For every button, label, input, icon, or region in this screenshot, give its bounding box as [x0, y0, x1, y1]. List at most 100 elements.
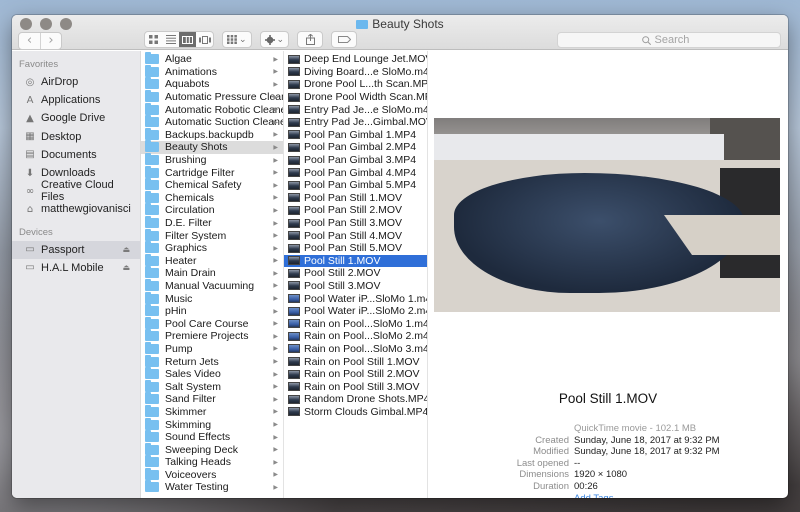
file-row[interactable]: Pool Pan Gimbal 4.MP4 — [284, 166, 427, 179]
folder-name: Sound Effects — [165, 431, 231, 444]
folder-name: Filter System — [165, 229, 227, 242]
folder-row[interactable]: Sand Filter ▶ — [141, 392, 283, 406]
folder-name: Sweeping Deck — [165, 443, 238, 456]
folder-row[interactable]: Return Jets ▶ — [141, 354, 283, 368]
folder-row[interactable]: Premiere Projects ▶ — [141, 329, 283, 343]
folder-row[interactable]: pHin ▶ — [141, 304, 283, 318]
sidebar-item-applications[interactable]: A Applications — [12, 91, 140, 109]
info-value: Sunday, June 18, 2017 at 9:32 PM — [574, 434, 720, 446]
file-row[interactable]: Rain on Pool...SloMo 2.m4v — [284, 330, 427, 343]
sidebar-item-desktop[interactable]: ▦ Desktop — [12, 128, 140, 146]
folder-row[interactable]: Automatic Pressure Cleaner ▶ — [141, 90, 283, 104]
folder-name: Salt System — [165, 380, 222, 393]
file-row[interactable]: Pool Water iP...SloMo 1.m4v — [284, 292, 427, 305]
folder-row[interactable]: Circulation ▶ — [141, 203, 283, 217]
file-row[interactable]: Rain on Pool...SloMo 3.m4v — [284, 343, 427, 356]
eject-icon[interactable]: ⏏ — [122, 263, 130, 272]
folder-row[interactable]: Automatic Suction Cleaner ▶ — [141, 115, 283, 129]
file-row[interactable]: Entry Pad Je...Gimbal.MOV — [284, 116, 427, 129]
folder-row[interactable]: Pump ▶ — [141, 341, 283, 356]
sidebar-item-h-a-l-mobile[interactable]: ▭ H.A.L Mobile ⏏ — [12, 259, 140, 277]
folder-row[interactable]: Sweeping Deck ▶ — [141, 442, 283, 456]
folder-row[interactable]: Sales Video ▶ — [141, 367, 283, 381]
folder-row[interactable]: D.E. Filter ▶ — [141, 216, 283, 230]
eject-icon[interactable]: ⏏ — [122, 245, 130, 254]
sidebar-item-creative-cloud-files[interactable]: ∞ Creative Cloud Files — [12, 179, 140, 203]
file-row[interactable]: Pool Pan Gimbal 5.MP4 — [284, 179, 427, 192]
file-row[interactable]: Pool Pan Still 1.MOV — [284, 192, 427, 205]
file-row[interactable]: Drone Pool L...th Scan.MP4 — [284, 78, 427, 91]
folder-row[interactable]: Water Testing ▶ — [141, 480, 283, 494]
list-view-button[interactable] — [162, 32, 179, 47]
file-row[interactable]: Pool Pan Still 2.MOV — [284, 204, 427, 217]
folder-row[interactable]: Salt System ▶ — [141, 379, 283, 393]
sidebar-item-google-drive[interactable]: ▲ Google Drive — [12, 109, 140, 127]
file-row[interactable]: Entry Pad Je...e SloMo.m4v — [284, 103, 427, 116]
file-row[interactable]: Rain on Pool Still 3.MOV — [284, 380, 427, 393]
file-row[interactable]: Rain on Pool...SloMo 1.m4v — [284, 317, 427, 330]
folder-row[interactable]: Skimming ▶ — [141, 417, 283, 431]
folder-row[interactable]: Aquabots ▶ — [141, 77, 283, 91]
folder-row[interactable]: Graphics ▶ — [141, 241, 283, 255]
file-row[interactable]: Pool Pan Still 5.MOV — [284, 242, 427, 255]
video-thumbnail-icon — [288, 268, 300, 278]
file-row[interactable]: Pool Still 2.MOV — [284, 267, 427, 280]
folder-row[interactable]: Heater ▶ — [141, 253, 283, 268]
tags-button[interactable] — [331, 31, 358, 48]
folder-row[interactable]: Pool Care Course ▶ — [141, 316, 283, 330]
folder-row[interactable]: Cartridge Filter ▶ — [141, 165, 283, 179]
search-input[interactable] — [654, 34, 697, 46]
finder-window: Beauty Shots ‹ › ⌄ ⌄ Search Favorites ◎ … — [12, 15, 788, 498]
folder-row[interactable]: Filter System ▶ — [141, 228, 283, 242]
file-row[interactable]: Pool Still 3.MOV — [284, 280, 427, 293]
disclosure-arrow-icon: ▶ — [273, 483, 278, 491]
folder-row[interactable]: Voiceovers ▶ — [141, 467, 283, 482]
column-view-button[interactable] — [179, 32, 196, 47]
share-button[interactable] — [297, 31, 324, 48]
folder-row[interactable]: Backups.backupdb ▶ — [141, 127, 283, 142]
sidebar-item-passport[interactable]: ▭ Passport ⏏ — [12, 240, 140, 259]
sidebar-item-matthewgiovanisci[interactable]: ⌂ matthewgiovanisci — [12, 200, 140, 218]
file-row[interactable]: Storm Clouds Gimbal.MP4 — [284, 406, 427, 419]
file-row[interactable]: Pool Pan Still 3.MOV — [284, 217, 427, 230]
cover-flow-view-button[interactable] — [196, 32, 213, 47]
file-row[interactable]: Diving Board...e SloMo.m4v — [284, 66, 427, 79]
folder-row[interactable]: Skimmer ▶ — [141, 404, 283, 419]
folder-row[interactable]: Chemical Safety ▶ — [141, 178, 283, 192]
file-row[interactable]: Pool Still 1.MOV — [284, 254, 427, 268]
file-row[interactable]: Pool Pan Still 4.MOV — [284, 229, 427, 242]
window-title: Beauty Shots — [12, 16, 788, 32]
add-tags-link[interactable]: Add Tags… — [574, 493, 623, 498]
folder-name: Talking Heads — [165, 456, 231, 469]
folder-row[interactable]: Brushing ▶ — [141, 153, 283, 167]
title-bar: Beauty Shots ‹ › ⌄ ⌄ Search — [12, 15, 788, 50]
folder-row[interactable]: Manual Vacuuming ▶ — [141, 278, 283, 293]
action-button[interactable]: ⌄ — [259, 31, 290, 48]
file-row[interactable]: Pool Pan Gimbal 2.MP4 — [284, 141, 427, 154]
file-row[interactable]: Pool Pan Gimbal 3.MP4 — [284, 154, 427, 167]
folder-row[interactable]: Animations ▶ — [141, 64, 283, 79]
folder-row[interactable]: Automatic Robotic Cleaner ▶ — [141, 102, 283, 116]
file-row[interactable]: Drone Pool Width Scan.MP4 — [284, 91, 427, 104]
folder-row[interactable]: Main Drain ▶ — [141, 266, 283, 280]
folder-row[interactable]: Algae ▶ — [141, 52, 283, 66]
search-field[interactable] — [557, 32, 781, 48]
file-row[interactable]: Rain on Pool Still 2.MOV — [284, 368, 427, 381]
info-row-dimensions: Dimensions 1920 × 1080 — [498, 469, 720, 481]
file-row[interactable]: Deep End Lounge Jet.MOV — [284, 53, 427, 66]
back-button[interactable]: ‹ — [19, 33, 40, 49]
folder-row[interactable]: Sound Effects ▶ — [141, 430, 283, 444]
sidebar-item-airdrop[interactable]: ◎ AirDrop — [12, 73, 140, 91]
sidebar-item-documents[interactable]: ▤ Documents — [12, 146, 140, 164]
icon-view-button[interactable] — [145, 32, 162, 47]
file-row[interactable]: Pool Water iP...SloMo 2.m4v — [284, 305, 427, 318]
folder-row[interactable]: Beauty Shots ▶ — [141, 140, 283, 154]
forward-button[interactable]: › — [40, 33, 61, 49]
folder-row[interactable]: Talking Heads ▶ — [141, 455, 283, 469]
folder-row[interactable]: Music ▶ — [141, 291, 283, 305]
file-row[interactable]: Random Drone Shots.MP4 — [284, 393, 427, 406]
file-row[interactable]: Rain on Pool Still 1.MOV — [284, 355, 427, 368]
file-row[interactable]: Pool Pan Gimbal 1.MP4 — [284, 129, 427, 142]
folder-row[interactable]: Chemicals ▶ — [141, 190, 283, 205]
arrange-button[interactable]: ⌄ — [222, 31, 252, 48]
